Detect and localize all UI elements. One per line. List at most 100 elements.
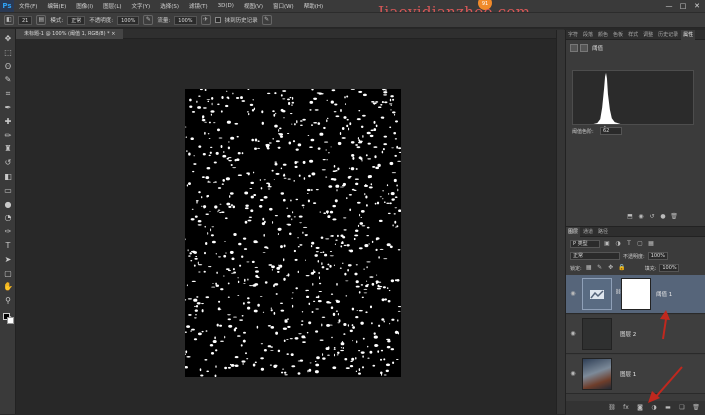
tab-adjustments[interactable]: 调整: [641, 31, 655, 38]
layer-filter-select[interactable]: P 类型: [570, 240, 600, 248]
fill-field[interactable]: 100%: [659, 264, 680, 272]
pen-tool-icon[interactable]: ✑: [2, 226, 14, 237]
flow-field[interactable]: 100%: [174, 15, 197, 25]
snow-speck: [309, 109, 312, 111]
eye-icon[interactable]: ◉: [569, 290, 577, 298]
delete-adjustment-icon[interactable]: 🗑: [670, 213, 678, 221]
document-canvas[interactable]: [185, 89, 401, 377]
airbrush-icon[interactable]: ✈: [200, 15, 211, 25]
zoom-tool-icon[interactable]: ⚲: [2, 295, 14, 306]
menu-type[interactable]: 文字(Y): [127, 2, 156, 10]
pressure-opacity-icon[interactable]: ✎: [143, 15, 154, 25]
layer-name[interactable]: 阈值 1: [656, 290, 672, 298]
opacity-field[interactable]: 100%: [117, 15, 140, 25]
pressure-size-icon[interactable]: ✎: [261, 15, 272, 25]
tab-history[interactable]: 历史记录: [656, 31, 680, 38]
type-tool-icon[interactable]: T: [2, 240, 14, 251]
brush-panel-icon[interactable]: ▤: [36, 15, 47, 25]
eye-icon[interactable]: ◉: [569, 370, 577, 378]
history-checkbox[interactable]: [214, 17, 221, 23]
tab-paths[interactable]: 路径: [596, 228, 610, 235]
filter-type-icon[interactable]: T: [625, 240, 633, 248]
clip-to-layer-icon[interactable]: ⬒: [626, 213, 634, 221]
gradient-tool-icon[interactable]: ▭: [2, 185, 14, 196]
healing-brush-tool-icon[interactable]: ✚: [2, 116, 14, 127]
lasso-tool-icon[interactable]: ʘ: [2, 61, 14, 72]
marquee-tool-icon[interactable]: ⬚: [2, 47, 14, 58]
tab-channels[interactable]: 通道: [581, 228, 595, 235]
snow-speck: [286, 353, 289, 355]
visibility-icon[interactable]: ●: [659, 213, 667, 221]
eyedropper-tool-icon[interactable]: ✒: [2, 102, 14, 113]
menu-view[interactable]: 视图(V): [239, 2, 268, 10]
lock-position-icon[interactable]: ✥: [607, 264, 615, 272]
close-icon[interactable]: ✕: [693, 2, 701, 10]
filter-smart-icon[interactable]: ▦: [647, 240, 655, 248]
tab-properties[interactable]: 属性: [681, 29, 696, 40]
background-color-swatch[interactable]: [7, 317, 14, 324]
menu-layer[interactable]: 图层(L): [98, 2, 126, 10]
maximize-icon[interactable]: □: [679, 2, 687, 10]
brush-tool-icon[interactable]: ✏: [2, 130, 14, 141]
layer-name[interactable]: 图层 2: [620, 330, 636, 338]
menu-file[interactable]: 文件(F): [14, 2, 42, 10]
layer-name[interactable]: 图层 1: [620, 370, 636, 378]
reset-icon[interactable]: ↺: [648, 213, 656, 221]
snow-speck: [309, 146, 313, 148]
tab-paragraph[interactable]: 段落: [581, 31, 595, 38]
filter-pixel-icon[interactable]: ▣: [603, 240, 611, 248]
new-layer-icon[interactable]: ❏: [678, 404, 686, 412]
tab-character[interactable]: 字符: [566, 31, 580, 38]
shape-tool-icon[interactable]: ▢: [2, 268, 14, 279]
menu-image[interactable]: 图像(I): [71, 2, 98, 10]
hand-tool-icon[interactable]: ✋: [2, 281, 14, 292]
stamp-tool-icon[interactable]: ♜: [2, 143, 14, 154]
snow-speck: [363, 184, 369, 187]
lock-paint-icon[interactable]: ✎: [596, 264, 604, 272]
menu-select[interactable]: 选择(S): [155, 2, 184, 10]
new-adjustment-icon[interactable]: ◑: [650, 404, 658, 412]
lock-pixels-icon[interactable]: ▦: [585, 264, 593, 272]
view-previous-icon[interactable]: ◉: [637, 213, 645, 221]
path-select-tool-icon[interactable]: ➤: [2, 254, 14, 265]
blend-mode-select[interactable]: 正常: [570, 252, 620, 260]
fx-icon[interactable]: fx: [622, 404, 630, 412]
layer-row-layer-2[interactable]: ◉ 图层 2: [566, 315, 705, 354]
mode-select[interactable]: 正常: [67, 15, 86, 25]
tab-swatches[interactable]: 色板: [611, 31, 625, 38]
snow-speck: [230, 204, 234, 206]
eraser-tool-icon[interactable]: ◧: [2, 171, 14, 182]
layer-opacity-field[interactable]: 100%: [647, 252, 668, 260]
tab-layers[interactable]: 图层: [566, 226, 581, 237]
menu-filter[interactable]: 滤镜(T): [184, 2, 213, 10]
add-mask-icon[interactable]: ◙: [636, 404, 644, 412]
document-tab[interactable]: 未标题-1 @ 100% (阈值 1, RGB/8) * ×: [16, 29, 124, 39]
menu-3d[interactable]: 3D(D): [213, 3, 239, 9]
history-brush-tool-icon[interactable]: ↺: [2, 157, 14, 168]
dodge-tool-icon[interactable]: ◔: [2, 212, 14, 223]
menu-edit[interactable]: 编辑(E): [42, 2, 71, 10]
filter-shape-icon[interactable]: ▢: [636, 240, 644, 248]
layer-row-layer-1[interactable]: ◉ 图层 1: [566, 355, 705, 394]
folder-icon[interactable]: ▬: [664, 404, 672, 412]
eraser-preset-icon[interactable]: ◧: [4, 15, 14, 25]
mask-icon[interactable]: [580, 44, 588, 52]
tab-styles[interactable]: 样式: [626, 31, 640, 38]
close-tab-icon[interactable]: ×: [111, 31, 115, 37]
quick-select-tool-icon[interactable]: ✎: [2, 74, 14, 85]
move-tool-icon[interactable]: ✥: [2, 33, 14, 44]
trash-icon[interactable]: 🗑: [692, 404, 700, 412]
tab-color[interactable]: 颜色: [596, 31, 610, 38]
crop-tool-icon[interactable]: ⌗: [2, 88, 14, 99]
menu-window[interactable]: 窗口(W): [268, 2, 299, 10]
minimize-icon[interactable]: —: [665, 2, 673, 10]
blur-tool-icon[interactable]: ●: [2, 199, 14, 210]
link-icon[interactable]: ⛓: [608, 404, 616, 412]
filter-adjust-icon[interactable]: ◑: [614, 240, 622, 248]
eye-icon[interactable]: ◉: [569, 330, 577, 338]
layer-row-threshold[interactable]: ◉ ⛓ 阈值 1: [566, 275, 705, 314]
threshold-level-field[interactable]: 62: [600, 127, 622, 135]
brush-size-field[interactable]: 21: [18, 15, 33, 25]
lock-all-icon[interactable]: 🔒: [618, 264, 626, 272]
menu-help[interactable]: 帮助(H): [299, 2, 328, 10]
